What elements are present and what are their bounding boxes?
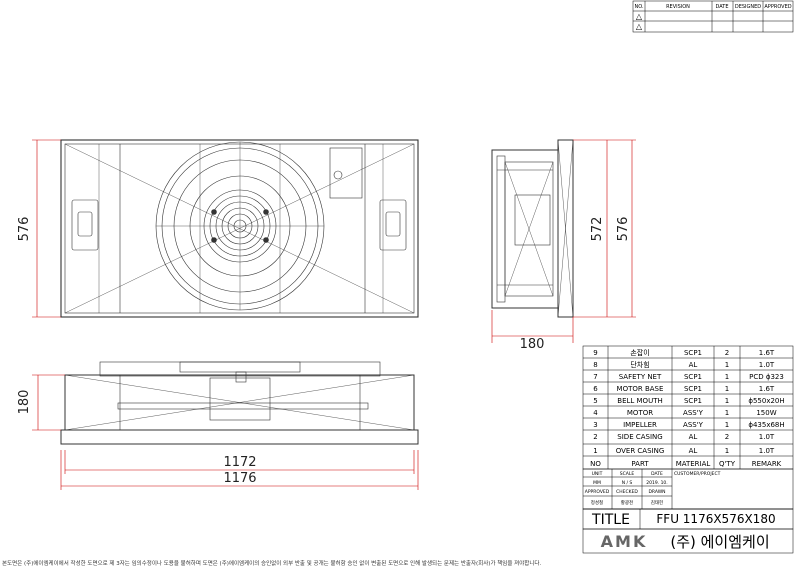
date-label: DATE xyxy=(651,471,663,477)
bom-row-7-remark: PCD ϕ323 xyxy=(749,373,784,381)
drawing-title: FFU 1176X576X180 xyxy=(656,512,775,526)
front-height-label: 576 xyxy=(17,217,32,242)
bom-row-2-no: 2 xyxy=(593,433,597,441)
bom-row-6-part: MOTOR BASE xyxy=(617,385,664,393)
bom-row-3-qty: 1 xyxy=(725,421,729,429)
unit-value: MM xyxy=(593,480,601,486)
bom-row-5-part: BELL MOUTH xyxy=(617,397,662,405)
bom-row-6-material: SCP1 xyxy=(684,385,702,393)
rev-row-1-mark: △ xyxy=(636,12,643,21)
front-view xyxy=(60,139,419,318)
customer-label: CUSTOMER/PROJECT xyxy=(674,471,721,477)
bom-row-9-part: 손잡이 xyxy=(630,348,649,357)
rev-header-designed: DESIGNED xyxy=(735,4,761,10)
bom-row-4-material: ASS'Y xyxy=(683,409,704,417)
bom-row-5-remark: ϕ550x20H xyxy=(748,397,784,405)
bom-row-3-material: ASS'Y xyxy=(683,421,704,429)
bom-row-1-material: AL xyxy=(689,447,698,455)
drawing-canvas: NO. REVISION DATE DESIGNED APPROVED △ △ xyxy=(2,0,794,567)
bom-row-7-part: SAFETY NET xyxy=(619,373,662,381)
bom-row-7-qty: 1 xyxy=(725,373,729,381)
bom-row-2-qty: 2 xyxy=(725,433,729,441)
bom-row-8-no: 8 xyxy=(593,361,597,369)
company-name: (주) 에이엠케이 xyxy=(670,533,769,551)
outer-width-label: 1176 xyxy=(223,471,256,486)
side-view xyxy=(491,139,574,318)
bom-row-7-no: 7 xyxy=(593,373,597,381)
title-label: TITLE xyxy=(591,512,630,528)
bom-row-4-remark: 150W xyxy=(756,409,776,417)
rev-header-approved: APPROVED xyxy=(764,4,791,10)
scale-label: SCALE xyxy=(620,471,635,477)
bom-row-9-material: SCP1 xyxy=(684,349,702,357)
bom-row-1-remark: 1.0T xyxy=(759,447,775,455)
scale-value: N / S xyxy=(622,480,633,486)
side-inner-height-label: 572 xyxy=(590,217,605,242)
revision-headers: NO. REVISION DATE DESIGNED APPROVED △ △ xyxy=(634,4,791,31)
title-block-text: UNIT SCALE DATE CUSTOMER/PROJECT MM N / … xyxy=(585,471,721,506)
rev-header-revision: REVISION xyxy=(666,4,690,10)
inner-width-label: 1172 xyxy=(223,455,256,470)
drawn-label: DRAWN xyxy=(648,489,665,495)
bom-row-3-remark: ϕ435x68H xyxy=(748,421,784,429)
bom-header-material: MATERIAL xyxy=(676,460,711,468)
footer-notice: 본도면은 (주)에이엠케이에서 작성한 도면으로 제 3자는 임의수정이나 도용… xyxy=(2,559,541,567)
checked-label: CHECKED xyxy=(616,489,638,495)
bom-row-8-part: 단차힘 xyxy=(630,360,649,369)
bom-row-1-no: 1 xyxy=(593,447,597,455)
approved-value: 정성철 xyxy=(591,499,603,506)
drawing-sheet: NO. REVISION DATE DESIGNED APPROVED △ △ xyxy=(0,0,795,570)
bom-row-6-no: 6 xyxy=(593,385,598,393)
bottom-view xyxy=(60,361,419,445)
side-depth-label: 180 xyxy=(520,337,545,352)
company-logo: AMK xyxy=(601,532,648,551)
bom-row-8-qty: 1 xyxy=(725,361,729,369)
bom-row-7-material: SCP1 xyxy=(684,373,702,381)
bom-header-remark: REMARK xyxy=(752,460,782,468)
date-value: 2019. 10. xyxy=(646,480,667,486)
rev-row-2-mark: △ xyxy=(636,22,643,31)
unit-label: UNIT xyxy=(592,471,603,477)
bom-row-5-material: SCP1 xyxy=(684,397,702,405)
bom-row-5-qty: 1 xyxy=(725,397,729,405)
bom-row-4-no: 4 xyxy=(593,409,598,417)
bom-row-8-remark: 1.0T xyxy=(759,361,775,369)
bom-row-2-material: AL xyxy=(689,433,698,441)
bom-row-9-remark: 1.6T xyxy=(759,349,775,357)
side-dimensions xyxy=(491,139,636,343)
rev-header-no: NO. xyxy=(634,4,643,10)
bom-row-9-no: 9 xyxy=(593,349,597,357)
side-outer-height-label: 576 xyxy=(616,217,631,242)
bom-row-1-qty: 1 xyxy=(725,447,729,455)
bom-row-2-remark: 1.0T xyxy=(759,433,775,441)
checked-value: 황광천 xyxy=(621,499,633,506)
bom-row-4-qty: 1 xyxy=(725,409,729,417)
drawn-value: 김태헌 xyxy=(651,499,663,506)
bom-header-part: PART xyxy=(631,460,649,468)
rev-header-date: DATE xyxy=(715,4,728,10)
bom-row-5-no: 5 xyxy=(593,397,597,405)
front-height-dimension xyxy=(32,139,61,318)
bom-row-8-material: AL xyxy=(689,361,698,369)
bom-row-4-part: MOTOR xyxy=(627,409,653,417)
bom-row-3-part: IMPELLER xyxy=(623,421,657,429)
bom-header-qty: Q'TY xyxy=(719,460,736,468)
bom-row-3-no: 3 xyxy=(593,421,597,429)
bom-row-1-part: OVER CASING xyxy=(616,447,665,455)
bom-row-9-qty: 2 xyxy=(725,349,729,357)
bottom-height-label: 180 xyxy=(17,390,32,415)
bom-row-2-part: SIDE CASING xyxy=(617,433,662,441)
bom-header-no: NO xyxy=(590,460,601,468)
approved-label: APPROVED xyxy=(585,489,610,495)
bom-row-6-qty: 1 xyxy=(725,385,729,393)
bom-rows: 9 손잡이 SCP1 2 1.6T 8 단차힘 AL 1 1.0T 7 SAFETY NET SCP1 1… xyxy=(590,348,785,468)
bom-row-6-remark: 1.6T xyxy=(759,385,775,393)
